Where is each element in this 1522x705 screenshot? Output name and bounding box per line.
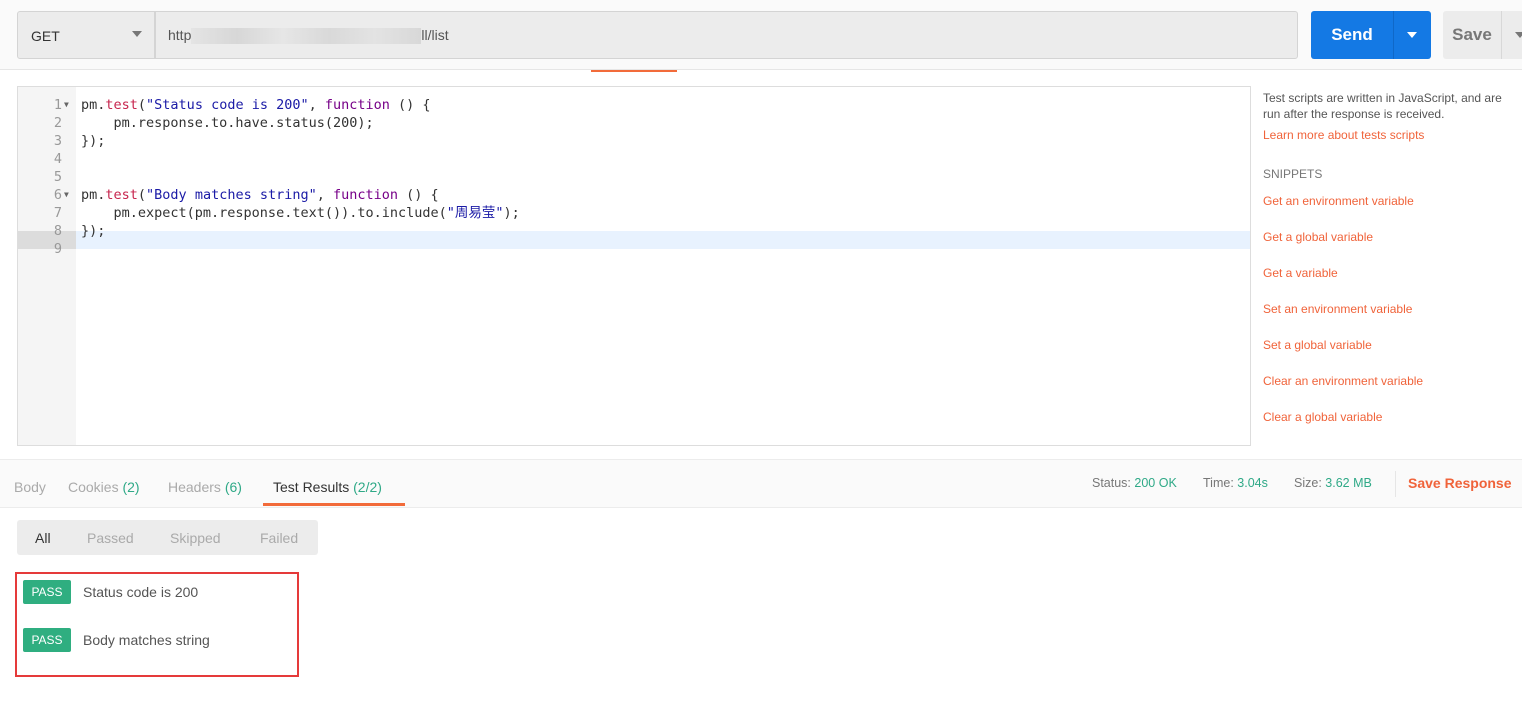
- snippet-link[interactable]: Get a global variable: [1263, 230, 1373, 244]
- time-meta: Time: 3.04s: [1203, 476, 1268, 490]
- size-value: 3.62 MB: [1325, 476, 1372, 490]
- response-tab-cookies[interactable]: Cookies (2): [68, 479, 140, 495]
- response-tab-headers[interactable]: Headers (6): [168, 479, 242, 495]
- save-button[interactable]: Save: [1443, 11, 1522, 59]
- snippet-link[interactable]: Get a variable: [1263, 266, 1338, 280]
- code-line: pm.test("Body matches string", function …: [81, 186, 439, 204]
- line-number: 5: [53, 169, 62, 185]
- send-label: Send: [1331, 25, 1373, 44]
- code-token: "Status code is 200": [146, 97, 309, 113]
- code-token: "Body matches string": [146, 187, 317, 203]
- tab-label: Test Results: [273, 479, 350, 495]
- url-input[interactable]: http ll/list: [155, 11, 1298, 59]
- code-token: pm.response.to.have.status(200);: [81, 115, 374, 131]
- save-label: Save: [1452, 25, 1492, 44]
- code-token: pm.expect(pm.response.text()).to.include…: [81, 205, 447, 221]
- save-options-chevron-icon[interactable]: [1515, 32, 1522, 38]
- tab-count: (2): [122, 479, 140, 495]
- redacted-url: [191, 28, 422, 45]
- fold-toggle-icon[interactable]: ▼: [64, 96, 69, 114]
- line-number: 1: [53, 97, 62, 113]
- code-token: function: [333, 187, 399, 203]
- code-token: () {: [398, 187, 439, 203]
- size-meta: Size: 3.62 MB: [1294, 476, 1372, 490]
- filter-failed[interactable]: Failed: [260, 530, 298, 546]
- divider: [1501, 11, 1502, 59]
- status-meta: Status: 200 OK: [1092, 476, 1177, 490]
- code-token: "周易莹": [446, 205, 504, 221]
- code-token: );: [503, 205, 520, 221]
- filter-all[interactable]: All: [35, 530, 51, 546]
- divider: [1393, 11, 1394, 59]
- code-token: () {: [389, 97, 431, 113]
- divider: [1395, 471, 1396, 497]
- code-token: test: [105, 187, 138, 203]
- line-number: 4: [53, 151, 62, 167]
- filter-passed[interactable]: Passed: [87, 530, 134, 546]
- snippet-link[interactable]: Clear an environment variable: [1263, 374, 1423, 388]
- code-token: ,: [316, 187, 333, 203]
- current-line-highlight: [76, 231, 1250, 249]
- line-number: 9: [53, 241, 62, 257]
- line-number: 6: [53, 187, 62, 203]
- snippets-heading: SNIPPETS: [1263, 167, 1323, 181]
- sidebar-description: Test scripts are written in JavaScript, …: [1263, 91, 1502, 121]
- active-tab-indicator: [591, 70, 677, 72]
- send-button[interactable]: Send: [1311, 11, 1431, 59]
- tab-label: Cookies: [68, 479, 119, 495]
- code-token: (: [137, 97, 147, 113]
- save-response-button[interactable]: Save Response: [1408, 475, 1512, 491]
- code-token: test: [105, 97, 138, 113]
- filter-skipped[interactable]: Skipped: [170, 530, 221, 546]
- code-token: pm.: [81, 187, 106, 203]
- tab-label: Body: [14, 479, 46, 495]
- code-token: function: [324, 97, 390, 113]
- response-tab-test-results[interactable]: Test Results (2/2): [273, 479, 382, 495]
- response-tab-body[interactable]: Body: [14, 479, 46, 495]
- send-options-chevron-icon[interactable]: [1407, 32, 1417, 38]
- code-line: pm.response.to.have.status(200);: [81, 114, 374, 132]
- code-token: });: [81, 223, 106, 239]
- learn-more-link[interactable]: Learn more about tests scripts: [1263, 128, 1518, 142]
- fold-toggle-icon[interactable]: ▼: [64, 186, 69, 204]
- code-token: });: [81, 133, 106, 149]
- tests-sidebar: Test scripts are written in JavaScript, …: [1263, 90, 1518, 424]
- code-line: pm.test("Status code is 200", function (…: [81, 96, 431, 114]
- tab-count: (6): [224, 479, 242, 495]
- snippet-link[interactable]: Clear a global variable: [1263, 410, 1382, 424]
- method-value: GET: [31, 28, 60, 44]
- url-suffix: ll/list: [421, 27, 449, 43]
- code-token: (: [137, 187, 147, 203]
- chevron-down-icon: [132, 31, 142, 37]
- tests-code-editor[interactable]: 1 ▼ pm.test("Status code is 200", function…: [17, 86, 1251, 446]
- code-token: ,: [308, 97, 325, 113]
- tab-label: Headers: [168, 479, 221, 495]
- time-value: 3.04s: [1237, 476, 1268, 490]
- line-number: 7: [53, 205, 62, 221]
- tab-count: (2/2): [353, 479, 382, 495]
- code-line: });: [81, 222, 105, 240]
- code-token: pm.: [81, 97, 106, 113]
- result-filter-group: All Passed Skipped Failed: [17, 520, 318, 555]
- url-prefix: http: [168, 27, 192, 43]
- line-number: 2: [53, 115, 62, 131]
- snippet-link[interactable]: Set a global variable: [1263, 338, 1372, 352]
- code-line: pm.expect(pm.response.text()).to.include…: [81, 204, 520, 222]
- code-line: });: [81, 132, 105, 150]
- highlight-annotation-box: [15, 572, 299, 677]
- snippet-link[interactable]: Get an environment variable: [1263, 194, 1414, 208]
- status-value: 200 OK: [1134, 476, 1177, 490]
- line-number: 8: [53, 223, 62, 239]
- line-number: 3: [53, 133, 62, 149]
- method-select[interactable]: GET: [17, 11, 155, 59]
- active-response-tab-indicator: [263, 503, 405, 506]
- snippet-link[interactable]: Set an environment variable: [1263, 302, 1412, 316]
